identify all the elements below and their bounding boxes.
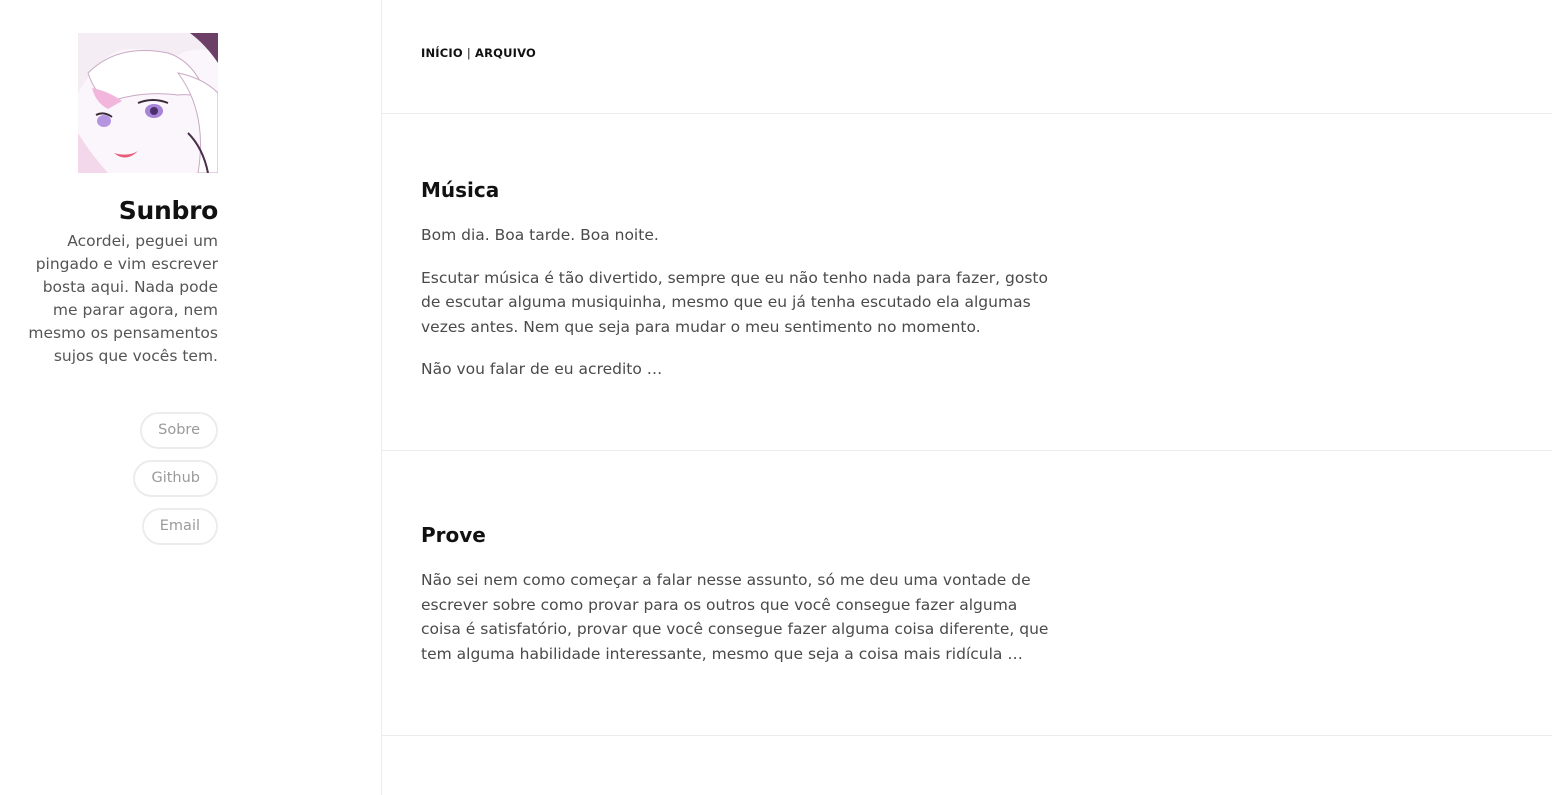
post-prove: Prove Não sei nem como começar a falar n… xyxy=(382,451,1552,736)
email-link[interactable]: Email xyxy=(141,508,218,545)
post-excerpt-end: Não sei nem como começar a falar nesse a… xyxy=(421,571,1049,663)
sidebar: Sunbro Acordei, peguei um pingado e vim … xyxy=(0,0,382,795)
nav-home-link[interactable]: INÍCIO xyxy=(421,46,463,60)
post-title-link[interactable]: Música xyxy=(421,177,499,203)
post-musica: Música Bom dia. Boa tarde. Boa noite. Es… xyxy=(382,114,1552,451)
avatar[interactable] xyxy=(78,33,218,173)
github-link[interactable]: Github xyxy=(133,460,218,497)
about-link[interactable]: Sobre xyxy=(140,412,218,449)
site-tagline: Acordei, peguei um pingado e vim escreve… xyxy=(28,232,218,365)
post-title-link[interactable]: Prove xyxy=(421,522,486,548)
site-title[interactable]: Sunbro xyxy=(119,195,219,227)
top-navigation: INÍCIO | ARQUIVO xyxy=(382,0,1552,114)
nav-separator: | xyxy=(466,46,471,60)
post-excerpt-end: Não vou falar de eu acredito … xyxy=(421,360,663,378)
social-links: Sobre Github Email xyxy=(133,412,218,545)
nav-archive-link[interactable]: ARQUIVO xyxy=(475,46,536,60)
sidebar-content: Sunbro Acordei, peguei um pingado e vim … xyxy=(8,33,218,545)
main-content: INÍCIO | ARQUIVO Música Bom dia. Boa tarde… xyxy=(382,0,1552,795)
post-paragraph: Bom dia. Boa tarde. Boa noite. xyxy=(421,226,659,244)
avatar-illustration xyxy=(78,33,218,173)
post-paragraph: Escutar música é tão divertido, sempre q… xyxy=(421,268,1048,336)
